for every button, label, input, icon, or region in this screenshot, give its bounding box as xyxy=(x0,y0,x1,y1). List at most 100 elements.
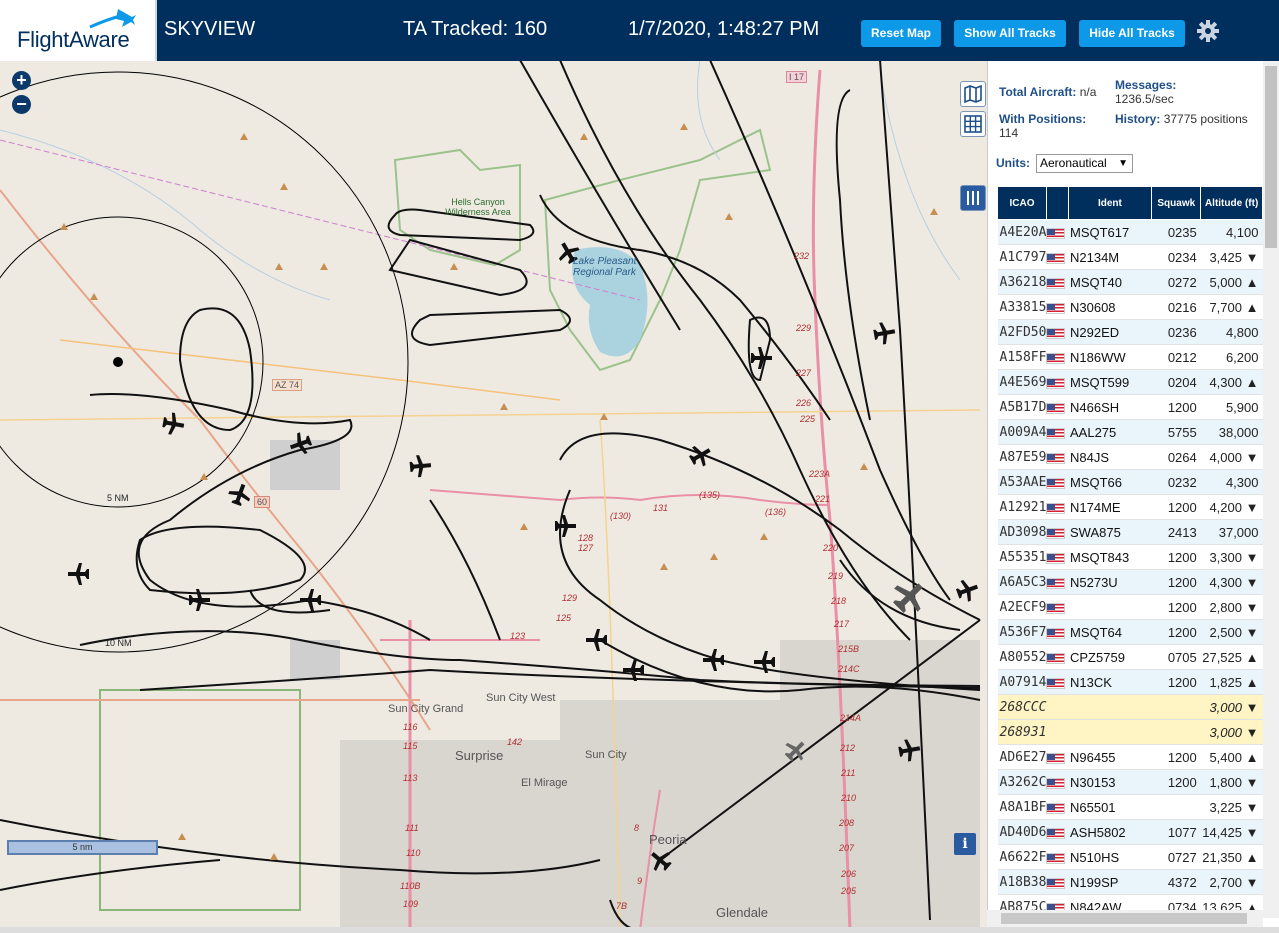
table-row[interactable]: A87E59 N84JS 0264 4,000 ▼ xyxy=(997,444,1263,470)
flag-cell xyxy=(1046,694,1068,720)
column-header-squawk[interactable]: Squawk xyxy=(1151,186,1202,220)
icao-cell: A18B38 xyxy=(997,869,1047,895)
shield-i17: I 17 xyxy=(786,71,808,83)
place-label-sun-city-west: Sun City West xyxy=(486,692,556,704)
route-label: 113 xyxy=(403,773,418,783)
altitude-value: 37,000 xyxy=(1218,524,1259,540)
table-row[interactable]: A2FD50 N292ED 0236 4,800 xyxy=(997,319,1263,345)
table-row[interactable]: A07914 N13CK 1200 1,825 ▲ xyxy=(997,669,1263,695)
ident-cell: N199SP xyxy=(1068,869,1152,895)
us-flag-icon xyxy=(1046,827,1066,839)
us-flag-icon xyxy=(1046,852,1066,864)
ident-cell xyxy=(1068,719,1152,745)
grid-toggle-button[interactable] xyxy=(960,111,986,137)
column-header-ident[interactable]: Ident xyxy=(1067,186,1153,220)
hide-all-tracks-button[interactable]: Hide All Tracks xyxy=(1079,20,1185,47)
total-aircraft-label: Total Aircraft: xyxy=(999,85,1077,99)
column-header-flag[interactable] xyxy=(1045,186,1069,220)
us-flag-icon xyxy=(1046,602,1066,614)
map-canvas[interactable]: 5 NM 10 NM xyxy=(0,61,987,933)
table-row[interactable]: A1C797 N2134M 0234 3,425 ▼ xyxy=(997,244,1263,270)
route-label: 8 xyxy=(634,823,640,833)
scale-bar: 5 nm xyxy=(7,840,158,855)
icao-cell: A5B17D xyxy=(997,394,1047,420)
table-row[interactable]: A4E20A MSQT617 0235 4,100 xyxy=(997,219,1263,245)
show-all-tracks-button[interactable]: Show All Tracks xyxy=(954,20,1066,47)
columns-icon xyxy=(967,191,979,205)
altitude-value: 3,000 xyxy=(1209,699,1242,715)
messages-label: Messages: xyxy=(1115,78,1177,92)
route-label: 218 xyxy=(831,596,847,606)
aircraft-sidebar: Total Aircraft: n/a With Positions: 114 … xyxy=(987,61,1279,933)
flag-cell xyxy=(1046,294,1068,320)
table-row[interactable]: A36218 MSQT40 0272 5,000 ▲ xyxy=(997,269,1263,295)
table-row[interactable]: A4E569 MSQT599 0204 4,300 ▲ xyxy=(997,369,1263,395)
ident-cell: N510HS xyxy=(1068,844,1152,870)
altitude-trend-icon: ▼ xyxy=(1245,549,1259,565)
ident-cell xyxy=(1068,694,1152,720)
table-row[interactable]: A3262C N30153 1200 1,800 ▼ xyxy=(997,769,1263,795)
flag-cell xyxy=(1046,619,1068,645)
table-row[interactable]: 268931 3,000 ▼ xyxy=(997,719,1263,745)
table-row[interactable]: A009A4 AAL275 5755 38,000 xyxy=(997,419,1263,445)
table-row[interactable]: A6622F N510HS 0727 21,350 ▲ xyxy=(997,844,1263,870)
route-label: 116 xyxy=(403,722,418,732)
table-row[interactable]: A55351 MSQT843 1200 3,300 ▼ xyxy=(997,544,1263,570)
altitude-trend-icon: ▲ xyxy=(1245,274,1259,290)
table-row[interactable]: A5B17D N466SH 1200 5,900 xyxy=(997,394,1263,420)
sidebar-toggle-button[interactable] xyxy=(960,185,986,211)
table-row[interactable]: A18B38 N199SP 4372 2,700 ▼ xyxy=(997,869,1263,895)
table-row[interactable]: A158FF N186WW 0212 6,200 xyxy=(997,344,1263,370)
column-header-icao[interactable]: ICAO xyxy=(997,186,1047,220)
route-label: (135) xyxy=(699,490,721,500)
table-row[interactable]: AD3098 SWA875 2413 37,000 xyxy=(997,519,1263,545)
icao-cell: A536F7 xyxy=(997,619,1047,645)
squawk-cell: 0705 xyxy=(1151,644,1201,670)
table-row[interactable]: A536F7 MSQT64 1200 2,500 ▼ xyxy=(997,619,1263,645)
table-row[interactable]: A80552 CPZ5759 0705 27,525 ▲ xyxy=(997,644,1263,670)
altitude-value: 4,800 xyxy=(1225,324,1259,340)
horizontal-scrollbar-thumb[interactable] xyxy=(1001,913,1247,924)
us-flag-icon xyxy=(1046,452,1066,464)
table-row[interactable]: A2ECF9 1200 2,800 ▼ xyxy=(997,594,1263,620)
us-flag-icon xyxy=(1046,677,1066,689)
table-row[interactable]: A53AAE MSQT66 0232 4,300 xyxy=(997,469,1263,495)
table-row[interactable]: AD6E27 N96455 1200 5,400 ▲ xyxy=(997,744,1263,770)
altitude-cell: 5,400 ▲ xyxy=(1200,744,1263,770)
altitude-value: 14,425 xyxy=(1202,824,1242,840)
route-label: 110B xyxy=(400,881,421,891)
squawk-cell: 1200 xyxy=(1151,494,1201,520)
squawk-cell: 5755 xyxy=(1151,419,1201,445)
altitude-value: 5,400 xyxy=(1209,749,1242,765)
flag-cell xyxy=(1046,369,1068,395)
gear-icon[interactable] xyxy=(1196,19,1220,43)
zoom-out-button[interactable]: − xyxy=(12,95,31,114)
table-row[interactable]: AD40D6 ASH5802 1077 14,425 ▼ xyxy=(997,819,1263,845)
icao-cell: 268CCC xyxy=(997,694,1047,720)
flightaware-logo[interactable]: FlightAware xyxy=(0,0,157,61)
zoom-in-button[interactable]: + xyxy=(12,71,31,90)
table-row[interactable]: A33815 N30608 0216 7,700 ▲ xyxy=(997,294,1263,320)
us-flag-icon xyxy=(1046,777,1066,789)
map-view[interactable]: 5 NM 10 NM + − Hells Canyon Wilderness A… xyxy=(0,61,987,933)
grid-icon xyxy=(964,115,982,133)
table-row[interactable]: A12921 N174ME 1200 4,200 ▼ xyxy=(997,494,1263,520)
vertical-scrollbar-thumb[interactable] xyxy=(1265,66,1277,248)
ident-cell: N5273U xyxy=(1068,569,1152,595)
reset-map-button[interactable]: Reset Map xyxy=(861,20,941,47)
route-label: 210 xyxy=(841,793,857,803)
units-select[interactable]: Aeronautical ▼ xyxy=(1036,154,1133,173)
flag-cell xyxy=(1046,444,1068,470)
table-row[interactable]: A6A5C3 N5273U 1200 4,300 ▼ xyxy=(997,569,1263,595)
squawk-cell: 1200 xyxy=(1151,619,1201,645)
altitude-trend-icon: ▼ xyxy=(1245,874,1259,890)
route-label: 115 xyxy=(403,741,418,751)
table-row[interactable]: A8A1BF N65501 3,225 ▼ xyxy=(997,794,1263,820)
column-header-altitude[interactable]: Altitude (ft) xyxy=(1200,186,1263,220)
map-layers-button[interactable] xyxy=(960,81,986,107)
table-row[interactable]: 268CCC 3,000 ▼ xyxy=(997,694,1263,720)
us-flag-icon xyxy=(1046,477,1066,489)
flag-cell xyxy=(1046,819,1068,845)
info-button[interactable]: i xyxy=(954,833,976,855)
range-rings xyxy=(0,71,409,653)
